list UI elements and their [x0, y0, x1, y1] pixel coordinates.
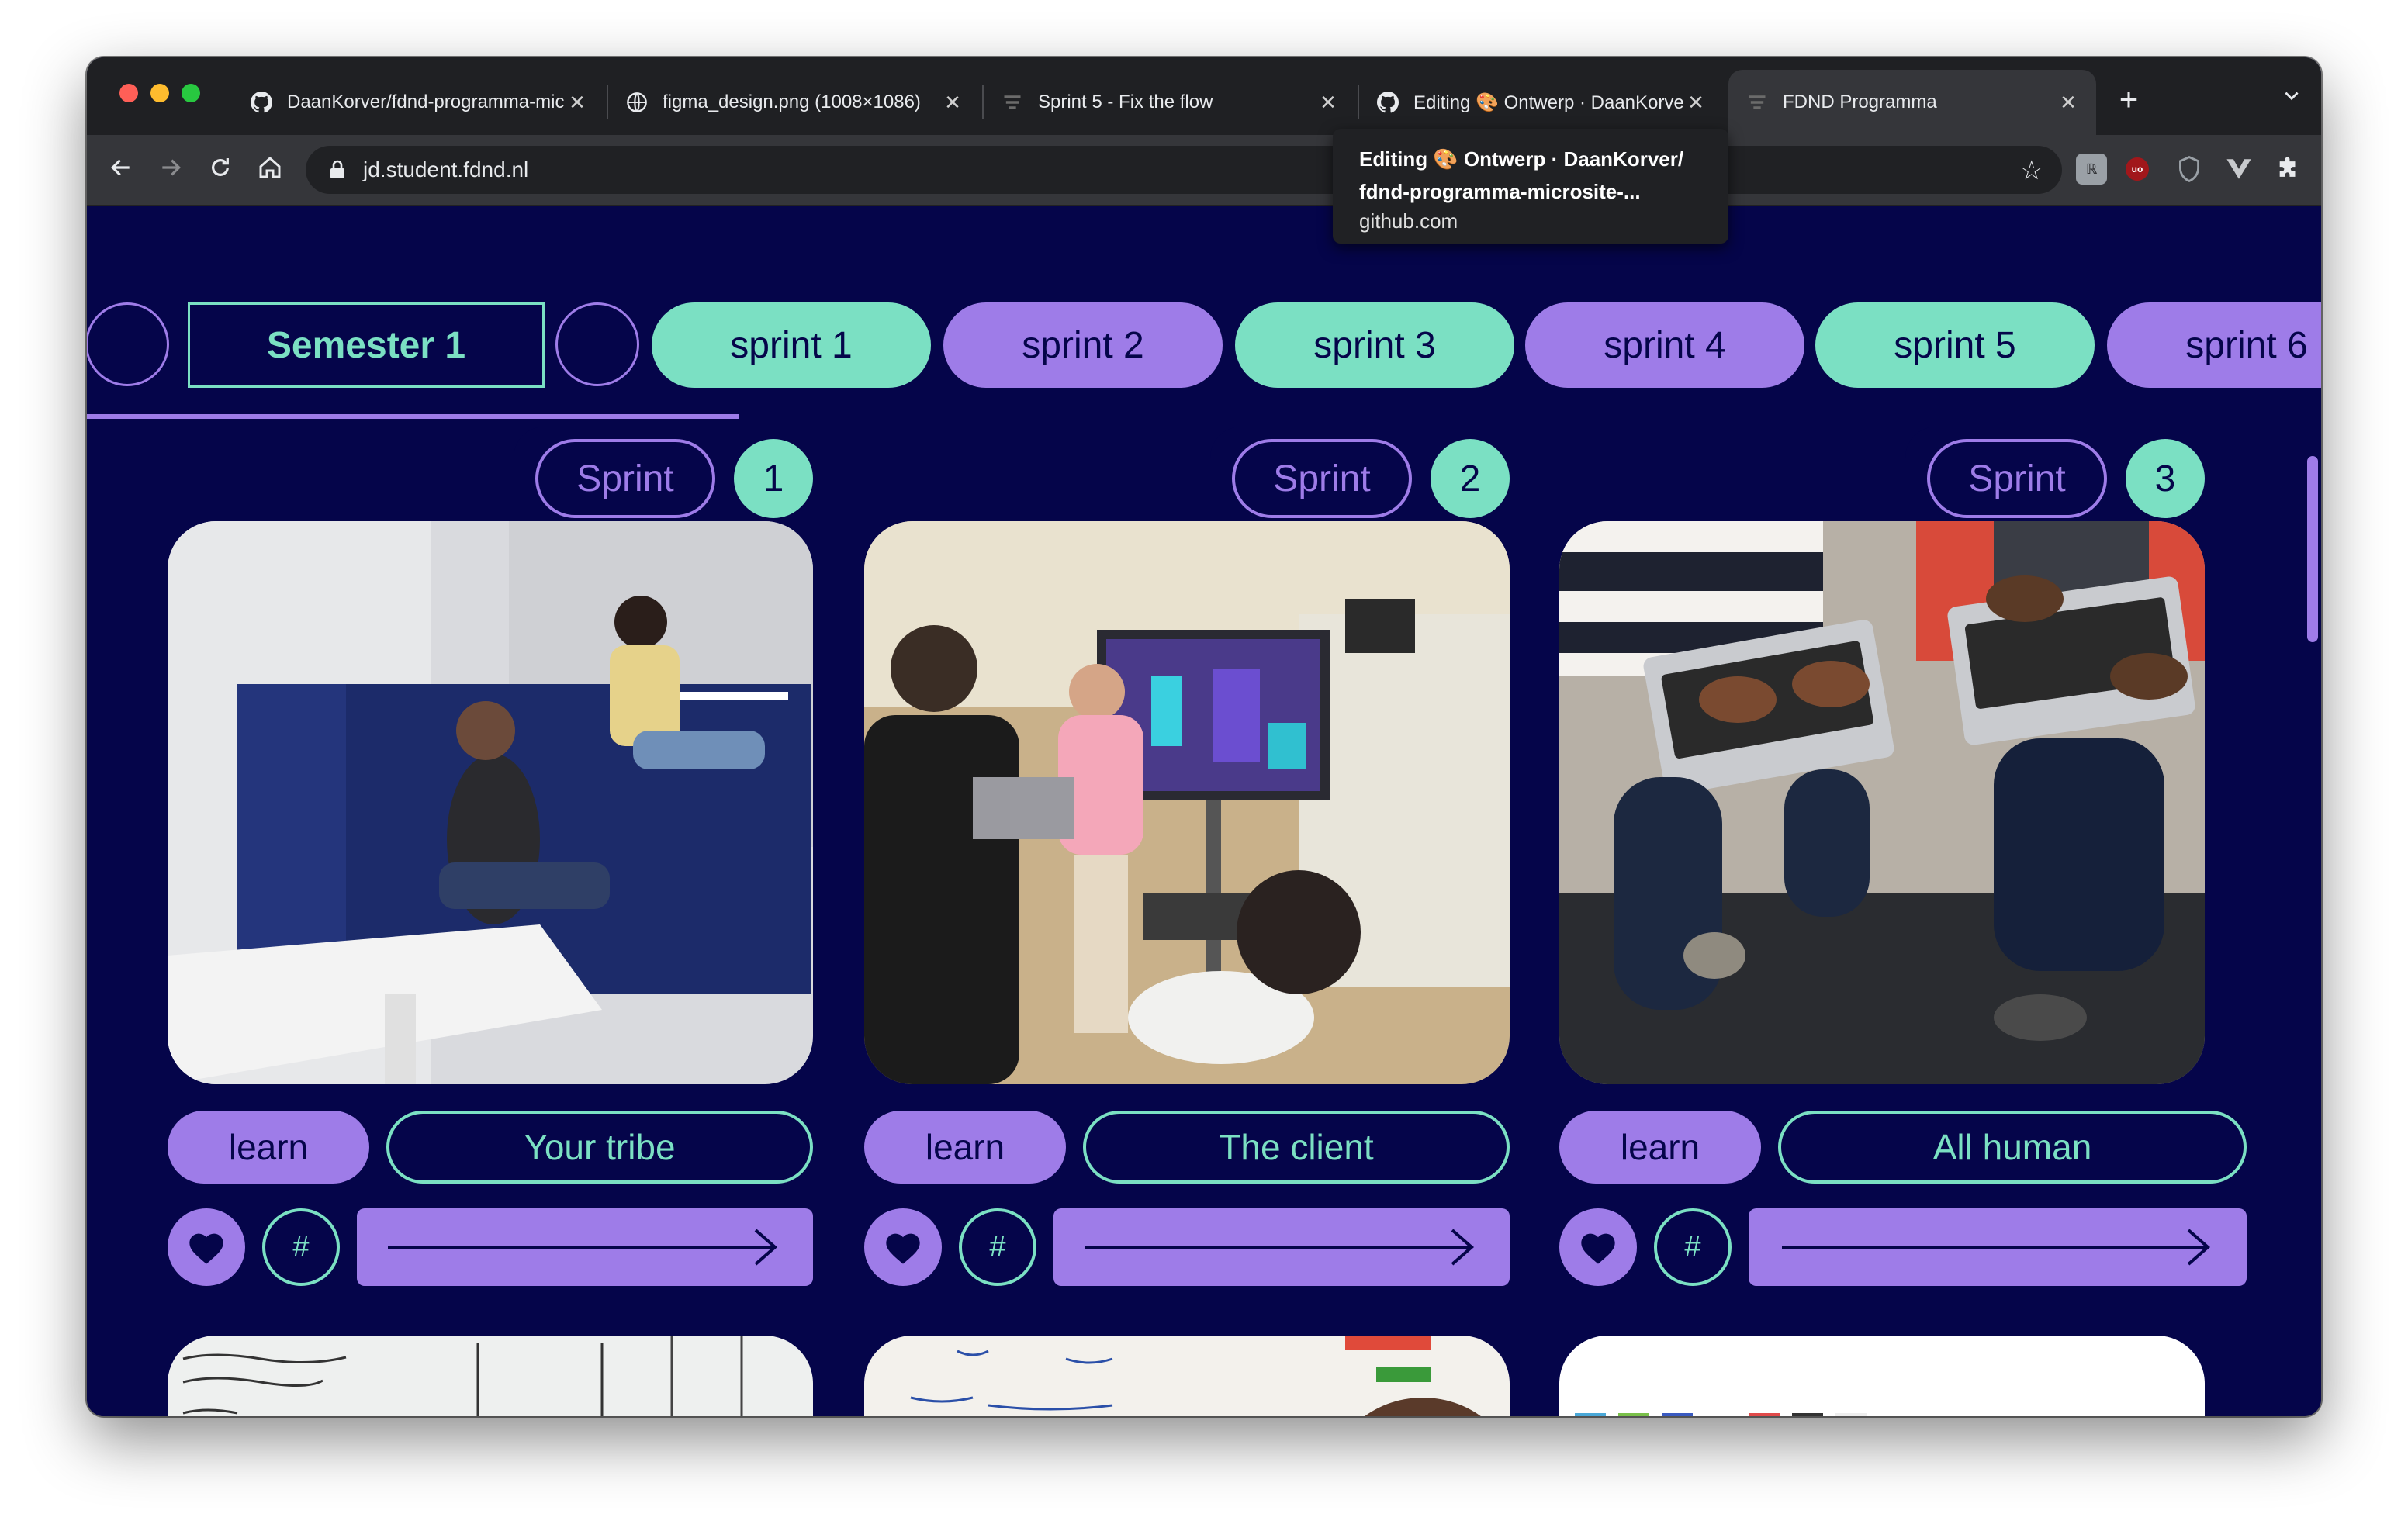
open-sprint-button[interactable] — [357, 1208, 813, 1286]
heart-icon — [886, 1233, 920, 1264]
heart-icon — [1581, 1233, 1615, 1264]
open-sprint-button[interactable] — [1054, 1208, 1510, 1286]
sprint-photo-education-board — [864, 1336, 1510, 1416]
tooltip-title-line-1: Editing 🎨 Ontwerp · DaanKorver/ — [1359, 147, 1684, 171]
shield-icon[interactable] — [2174, 154, 2205, 185]
extension-icon[interactable]: ℝ — [2076, 154, 2107, 185]
sprint-nav-5[interactable]: sprint 5 — [1815, 302, 2095, 388]
sprint-nav-3[interactable]: sprint 3 — [1235, 302, 1514, 388]
tab-title: FDND Programma — [1783, 92, 1937, 112]
puzzle-icon[interactable] — [2273, 154, 2304, 185]
sprint-nav-6[interactable]: sprint 6 — [2107, 302, 2321, 388]
tab-hover-tooltip: Editing 🎨 Ontwerp · DaanKorver/ fdnd-pro… — [1333, 129, 1728, 244]
tab-title: Sprint 5 - Fix the flow — [1038, 92, 1213, 112]
fdnd-icon — [1001, 91, 1024, 114]
forward-button[interactable] — [150, 150, 191, 191]
sprint-badge: Sprint 3 — [1905, 427, 2205, 521]
sprint-badge-number: 3 — [2126, 439, 2205, 518]
arrow-right-icon — [1085, 1229, 1475, 1266]
like-button[interactable] — [1559, 1208, 1637, 1286]
minimize-window-button[interactable] — [150, 84, 169, 102]
topic-pill[interactable]: Your tribe — [386, 1111, 813, 1184]
like-button[interactable] — [168, 1208, 245, 1286]
arrow-right-icon — [388, 1229, 778, 1266]
reload-button[interactable] — [200, 150, 240, 191]
sprint-photo-design-grid — [1559, 1336, 2205, 1416]
tab-strip: DaanKorver/fdnd-programma-microsite ✕ fi… — [87, 57, 2321, 135]
sprint-photo-presentation — [864, 521, 1510, 1084]
close-tab-icon[interactable]: ✕ — [2057, 91, 2079, 115]
sprint-nav-4[interactable]: sprint 4 — [1525, 302, 1804, 388]
tooltip-title-line-2: fdnd-programma-microsite-... — [1359, 180, 1641, 203]
semester-next-button[interactable] — [555, 302, 639, 386]
reload-icon — [212, 158, 229, 176]
forward-arrow-icon — [162, 159, 181, 176]
address-bar[interactable]: jd.student.fdnd.nl ☆ — [306, 146, 2062, 194]
close-tab-icon[interactable]: ✕ — [566, 91, 588, 115]
open-sprint-button[interactable] — [1749, 1208, 2247, 1286]
page-content: Semester 1 sprint 1 sprint 2 sprint 3 sp… — [87, 206, 2321, 1416]
tab-sprint-5[interactable]: Sprint 5 - Fix the flow ✕ — [984, 70, 1356, 135]
close-tab-icon[interactable]: ✕ — [942, 91, 964, 115]
page-scrollbar[interactable] — [2307, 456, 2318, 642]
fdnd-icon — [1745, 91, 1769, 114]
github-icon — [250, 91, 273, 114]
home-icon — [259, 157, 281, 178]
tooltip-domain: github.com — [1359, 209, 1458, 233]
sprint-photo-classroom — [168, 521, 813, 1084]
sprint-photo-laptops — [1559, 521, 2205, 1084]
vue-devtools-icon[interactable] — [2223, 154, 2254, 185]
tab-figma-design[interactable]: figma_design.png (1008×1086) ✕ — [608, 70, 981, 135]
lock-icon — [329, 160, 349, 180]
browser-toolbar: jd.student.fdnd.nl ☆ ℝ uo ⋮ — [87, 135, 2321, 206]
tag-button[interactable]: # — [1654, 1208, 1732, 1286]
like-button[interactable] — [864, 1208, 942, 1286]
semester-title: Semester 1 — [188, 302, 545, 388]
close-tab-icon[interactable]: ✕ — [1685, 91, 1707, 115]
sprint-badge-number: 2 — [1431, 439, 1510, 518]
close-tab-icon[interactable]: ✕ — [1317, 91, 1339, 115]
maximize-window-button[interactable] — [182, 84, 200, 102]
tab-search-button[interactable] — [2275, 82, 2309, 116]
sprint-nav-1[interactable]: sprint 1 — [652, 302, 931, 388]
back-button[interactable] — [101, 150, 141, 191]
new-tab-button[interactable]: + — [2104, 74, 2154, 124]
semester-progress-bar — [87, 414, 739, 419]
bookmark-star-icon[interactable]: ☆ — [2020, 155, 2043, 186]
tab-editing-ontwerp[interactable]: Editing 🎨 Ontwerp · DaanKorver/fdnd-prog… — [1359, 70, 1724, 135]
topic-pill[interactable]: The client — [1083, 1111, 1510, 1184]
sprint-photo-whiteboard — [168, 1336, 813, 1416]
sprint-badge-label: Sprint — [1927, 439, 2107, 518]
close-window-button[interactable] — [119, 84, 138, 102]
tab-github-repo[interactable]: DaanKorver/fdnd-programma-microsite ✕ — [233, 70, 605, 135]
tab-title: DaanKorver/fdnd-programma-microsite — [287, 92, 566, 112]
sprint-badge-label: Sprint — [1232, 439, 1412, 518]
tag-button[interactable]: # — [262, 1208, 340, 1286]
chevron-down-icon — [2285, 92, 2299, 101]
ublock-icon[interactable]: uo — [2126, 157, 2149, 181]
tab-title: figma_design.png (1008×1086) — [663, 92, 921, 112]
topic-pill[interactable]: All human — [1778, 1111, 2247, 1184]
sprint-badge: Sprint 2 — [1210, 427, 1510, 521]
heart-icon — [189, 1233, 223, 1264]
category-pill[interactable]: learn — [168, 1111, 369, 1184]
arrow-right-icon — [1782, 1229, 2211, 1266]
tab-title: Editing 🎨 Ontwerp · DaanKorver/fdnd-prog… — [1413, 92, 1685, 113]
category-pill[interactable]: learn — [864, 1111, 1066, 1184]
tab-fdnd-programma[interactable]: FDND Programma ✕ — [1728, 70, 2096, 135]
sprint-badge: Sprint 1 — [514, 427, 813, 521]
browser-window: DaanKorver/fdnd-programma-microsite ✕ fi… — [87, 57, 2321, 1416]
tag-button[interactable]: # — [959, 1208, 1036, 1286]
semester-prev-button[interactable] — [87, 302, 169, 386]
github-icon — [1376, 91, 1399, 114]
sprint-badge-label: Sprint — [535, 439, 715, 518]
url-text: jd.student.fdnd.nl — [363, 157, 529, 181]
back-arrow-icon — [111, 159, 130, 176]
sprint-badge-number: 1 — [734, 439, 813, 518]
home-button[interactable] — [250, 150, 290, 191]
globe-icon — [625, 91, 649, 114]
category-pill[interactable]: learn — [1559, 1111, 1761, 1184]
sprint-nav-2[interactable]: sprint 2 — [943, 302, 1223, 388]
